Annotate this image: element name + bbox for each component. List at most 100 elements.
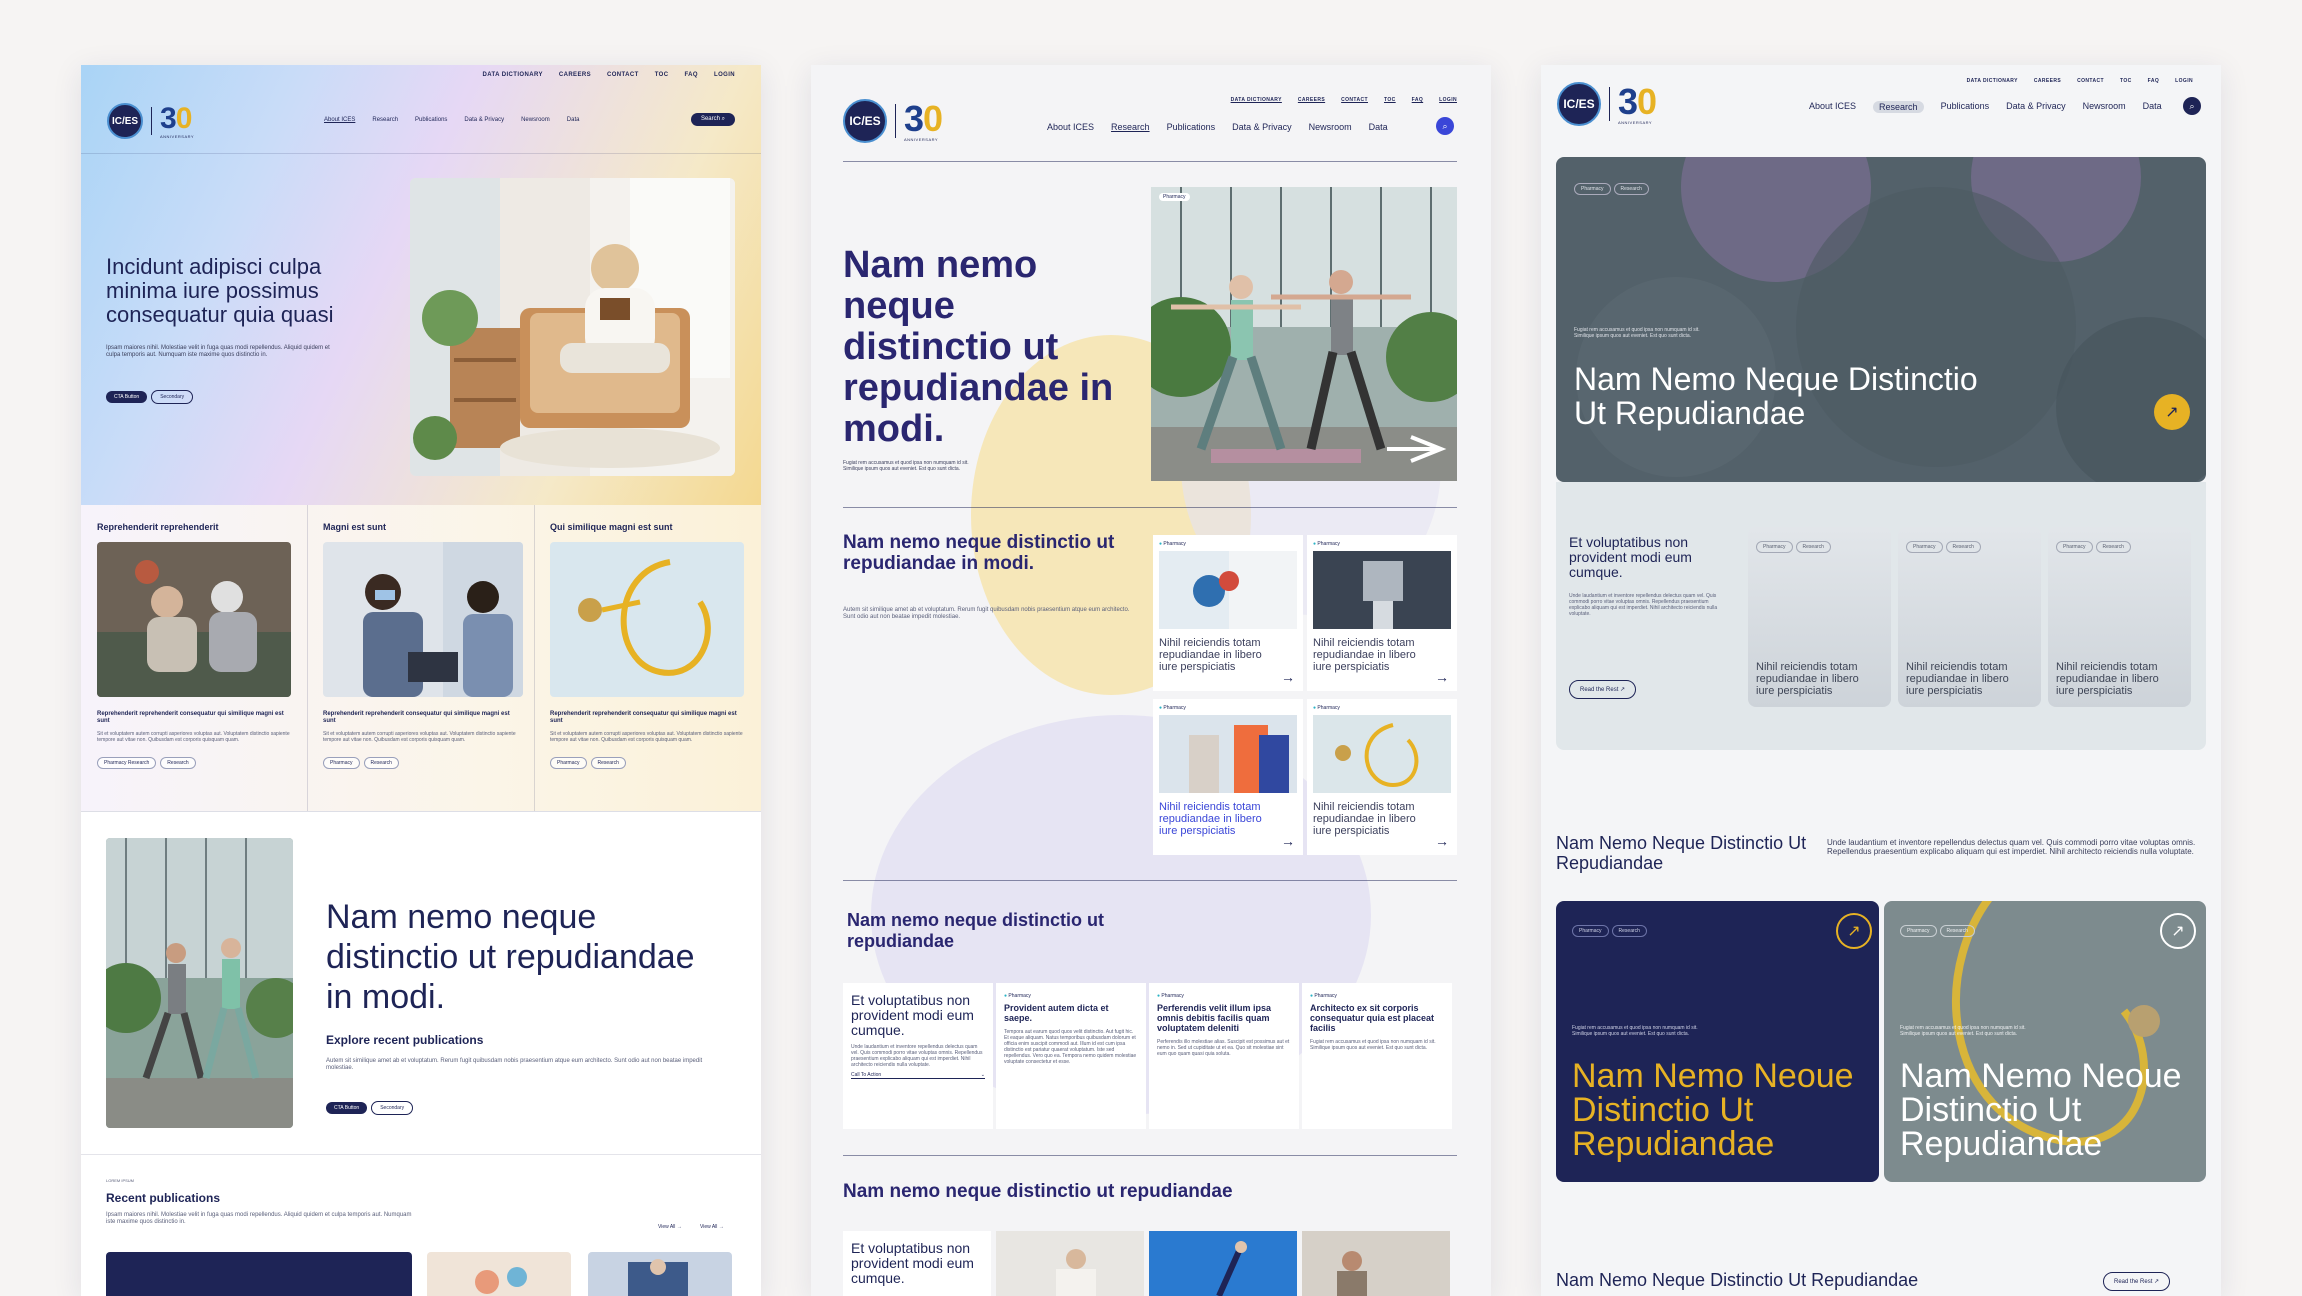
big-card-2-tag-1[interactable]: Pharmacy	[1900, 925, 1937, 937]
nav-publications[interactable]: Publications	[415, 117, 447, 123]
util2-login[interactable]: LOGIN	[1439, 97, 1457, 103]
big-card-1[interactable]: Pharmacy Research ↗ Fugiat rem accusamus …	[1556, 901, 1879, 1182]
logo-sub: ANNIVERSARY	[160, 133, 195, 139]
nav-newsroom[interactable]: Newsroom	[521, 117, 550, 123]
bottom-photo-3[interactable]	[1302, 1231, 1450, 1296]
search-icon-button-2[interactable]: ⌕	[1436, 117, 1454, 135]
read-rest-button[interactable]: Read the Rest ↗	[1569, 680, 1637, 699]
mini-card-2-tag-1[interactable]: Pharmacy	[1906, 541, 1943, 553]
util3-faq[interactable]: FAQ	[2148, 78, 2159, 84]
publication-card-navy[interactable]	[106, 1252, 412, 1296]
search-icon-button-3[interactable]: ⌕	[2183, 97, 2201, 115]
big-card-2-small: Fugiat rem accusamus et quod ipsa non nu…	[1900, 1025, 2026, 1037]
arrow-up-right-icon[interactable]: ↗	[2154, 394, 2190, 430]
nav-about[interactable]: About ICES	[324, 117, 355, 123]
mini-card-1[interactable]: Pharmacy Research Nihil reiciendis totam …	[1748, 527, 1891, 707]
util-careers[interactable]: CAREERS	[559, 72, 591, 78]
big-card-2-tag-2[interactable]: Research	[1939, 925, 1975, 937]
hero-card-3[interactable]: Pharmacy Research Fugiat rem accusamus et…	[1556, 157, 2206, 482]
util3-login[interactable]: LOGIN	[2175, 78, 2193, 84]
mini-card-3-tag-2[interactable]: Research	[2095, 541, 2131, 553]
bottom-card-text[interactable]: Et voluptatibus non provident modi eum c…	[843, 1231, 991, 1296]
row-card-4[interactable]: Pharmacy Architecto ex sit corporis cons…	[1302, 983, 1452, 1129]
util2-careers[interactable]: CAREERS	[1298, 97, 1325, 103]
row-card-1[interactable]: Et voluptatibus non provident modi eum c…	[843, 983, 993, 1129]
card-3-tag-2[interactable]: Research	[590, 757, 626, 769]
nav3-newsroom[interactable]: Newsroom	[2083, 101, 2126, 113]
nav2-data-privacy[interactable]: Data & Privacy	[1232, 122, 1292, 132]
research-card-1[interactable]: Pharmacy Nihil reiciendis totam repudian…	[1153, 535, 1303, 691]
nav3-publications[interactable]: Publications	[1941, 101, 1990, 113]
nav3-data[interactable]: Data	[2143, 101, 2162, 113]
util-toc[interactable]: TOC	[655, 72, 669, 78]
mini-card-2-tag-2[interactable]: Research	[1945, 541, 1981, 553]
search-button[interactable]: Search ⌕	[690, 113, 735, 126]
mini-card-1-tag-2[interactable]: Research	[1795, 541, 1831, 553]
util3-data-dictionary[interactable]: DATA DICTIONARY	[1967, 78, 2018, 84]
view-all-link-1[interactable]: View All →	[658, 1224, 682, 1230]
util-contact[interactable]: CONTACT	[607, 72, 639, 78]
cta-primary-button[interactable]: CTA Button	[106, 391, 148, 403]
util3-contact[interactable]: CONTACT	[2077, 78, 2104, 84]
card-2[interactable]: Magni est sunt Reprehenderit reprehender…	[323, 522, 523, 769]
card-1-tag-1[interactable]: Pharmacy Research	[97, 757, 157, 769]
nav2-publications[interactable]: Publications	[1167, 122, 1216, 132]
research-card-3-tag: Pharmacy	[1159, 705, 1186, 711]
hero3-tag-1[interactable]: Pharmacy	[1574, 183, 1611, 195]
arrow-up-right-icon[interactable]: ↗	[2160, 913, 2196, 949]
hero3-tag-2[interactable]: Research	[1613, 183, 1649, 195]
util2-faq[interactable]: FAQ	[1412, 97, 1423, 103]
nav2-about[interactable]: About ICES	[1047, 122, 1094, 132]
nav2-newsroom[interactable]: Newsroom	[1309, 122, 1352, 132]
card-3[interactable]: Qui similique magni est sunt Reprehender…	[550, 522, 750, 769]
logo[interactable]: IC/ES 30 ANNIVERSARY	[107, 103, 194, 139]
nav-research[interactable]: Research	[372, 117, 398, 123]
card-1-tag-2[interactable]: Research	[160, 757, 196, 769]
mini-card-1-tag-1[interactable]: Pharmacy	[1756, 541, 1793, 553]
bottom-photo-1[interactable]	[996, 1231, 1144, 1296]
view-all-link-2[interactable]: View All →	[700, 1224, 724, 1230]
feature-cta-primary-button[interactable]: CTA Button	[326, 1102, 368, 1114]
nav3-research[interactable]: Research	[1873, 101, 1924, 113]
research-card-1-title: Nihil reiciendis totam repudiandae in li…	[1159, 637, 1262, 673]
row-card-3[interactable]: Pharmacy Perferendis velit illum ipsa om…	[1149, 983, 1299, 1129]
cta-secondary-button[interactable]: Secondary	[151, 390, 194, 404]
util2-contact[interactable]: CONTACT	[1341, 97, 1368, 103]
publication-card-photo-2[interactable]	[588, 1252, 732, 1296]
big-card-1-tag-2[interactable]: Research	[1611, 925, 1647, 937]
card-2-tag-1[interactable]: Pharmacy	[323, 757, 360, 769]
nav2-research[interactable]: Research	[1111, 122, 1150, 132]
footer-read-rest-button[interactable]: Read the Rest ↗	[2103, 1272, 2171, 1291]
research-card-3[interactable]: Pharmacy Nihil reiciendis totam repudian…	[1153, 699, 1303, 855]
card-2-tag-2[interactable]: Research	[363, 757, 399, 769]
util-faq[interactable]: FAQ	[684, 72, 698, 78]
card-3-tag-1[interactable]: Pharmacy	[550, 757, 587, 769]
row-card-1-cta[interactable]: Call To Action ⌄	[851, 1072, 985, 1079]
row-card-2[interactable]: Pharmacy Provident autem dicta et saepe.…	[996, 983, 1146, 1129]
card-1[interactable]: Reprehenderit reprehenderit Reprehenderi…	[97, 522, 297, 769]
mini-card-2[interactable]: Pharmacy Research Nihil reiciendis totam …	[1898, 527, 2041, 707]
mini-card-3-tag-1[interactable]: Pharmacy	[2056, 541, 2093, 553]
nav3-data-privacy[interactable]: Data & Privacy	[2006, 101, 2066, 113]
bottom-photo-2[interactable]	[1149, 1231, 1297, 1296]
nav-data[interactable]: Data	[567, 117, 580, 123]
publication-card-photo-1[interactable]	[427, 1252, 571, 1296]
util2-data-dictionary[interactable]: DATA DICTIONARY	[1231, 97, 1282, 103]
research-card-4[interactable]: Pharmacy Nihil reiciendis totam repudian…	[1307, 699, 1457, 855]
big-card-2[interactable]: Pharmacy Research ↗ Fugiat rem accusamus …	[1884, 901, 2206, 1182]
big-card-1-tag-1[interactable]: Pharmacy	[1572, 925, 1609, 937]
feature-cta-secondary-button[interactable]: Secondary	[371, 1101, 414, 1115]
util-login[interactable]: LOGIN	[714, 72, 735, 78]
arrow-up-right-icon[interactable]: ↗	[1836, 913, 1872, 949]
nav-data-privacy[interactable]: Data & Privacy	[464, 117, 504, 123]
util3-careers[interactable]: CAREERS	[2034, 78, 2061, 84]
mini-card-3[interactable]: Pharmacy Research Nihil reiciendis totam …	[2048, 527, 2191, 707]
util-data-dictionary[interactable]: DATA DICTIONARY	[483, 72, 543, 78]
logo-2[interactable]: IC/ES 30 ANNIVERSARY	[843, 99, 943, 143]
util2-toc[interactable]: TOC	[1384, 97, 1396, 103]
research-card-2[interactable]: Pharmacy Nihil reiciendis totam repudian…	[1307, 535, 1457, 691]
nav2-data[interactable]: Data	[1369, 122, 1388, 132]
logo-3[interactable]: IC/ES 30 ANNIVERSARY	[1557, 82, 1657, 126]
util3-toc[interactable]: TOC	[2120, 78, 2132, 84]
nav3-about[interactable]: About ICES	[1809, 101, 1856, 113]
